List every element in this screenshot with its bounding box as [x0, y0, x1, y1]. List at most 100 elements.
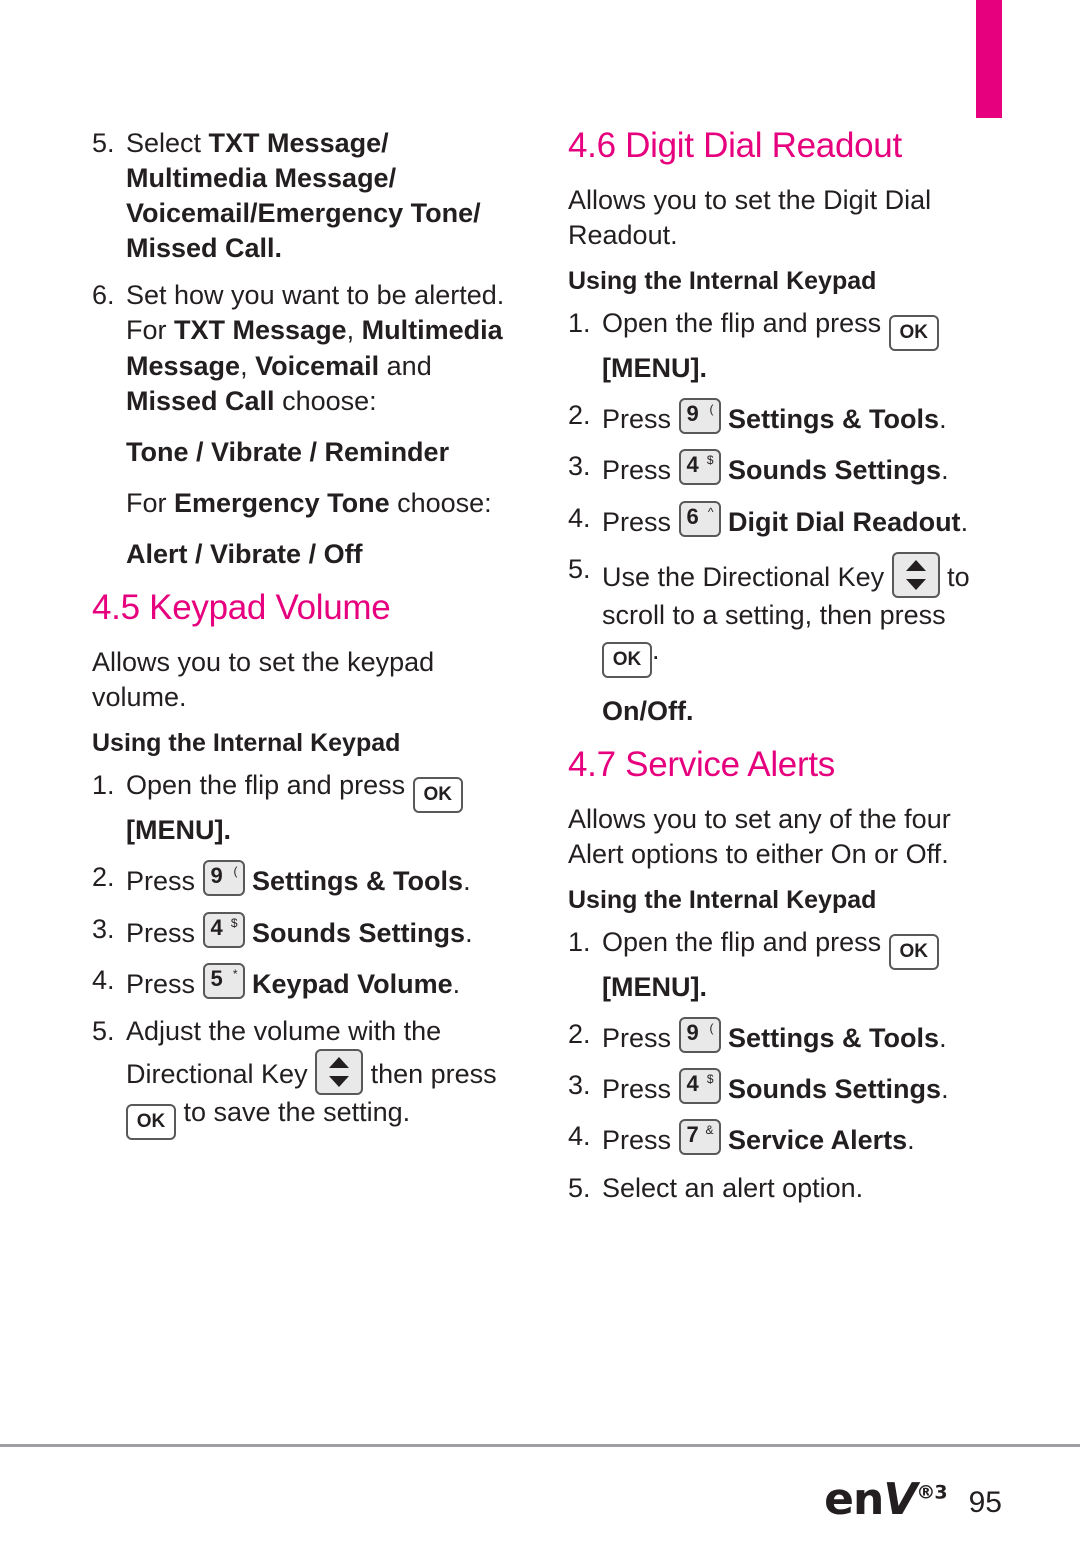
step-text: Open the flip and press OK [MENU].: [602, 306, 998, 386]
subheading-using-internal-keypad: Using the Internal Keypad: [568, 267, 877, 296]
step-text-post: to save the setting.: [176, 1096, 411, 1127]
step-text: Press 5 * Keypad Volume.: [126, 962, 522, 1002]
menu-path-label: Sounds Settings: [252, 917, 466, 948]
step-number: 2.: [568, 1019, 591, 1050]
step-text-pre: Press: [126, 917, 203, 948]
step-number: 3.: [568, 451, 591, 482]
number-key-4-icon: 4 $: [678, 449, 721, 486]
number-key-5-icon: 5 *: [202, 962, 245, 999]
period: .: [452, 968, 461, 999]
emergency-tone-intro: For Emergency Tone choose:: [126, 487, 492, 518]
number-key-9-icon: 9(: [678, 1017, 721, 1054]
period: .: [463, 866, 471, 897]
list-item: 5. Select TXT Message/Multimedia Message…: [92, 126, 522, 266]
section-heading-keypad-volume: 4.5 Keypad Volume: [92, 588, 391, 628]
step-text: Open the flip and press OK [MENU].: [602, 925, 998, 1005]
step-text-pre: Open the flip and press: [602, 308, 889, 339]
list-item: 6. Set how you want to be alerted. For T…: [92, 278, 522, 418]
period: .: [941, 455, 949, 486]
step-text-pre: Press: [602, 455, 679, 486]
left-column: 5. Select TXT Message/Multimedia Message…: [92, 126, 522, 1152]
step-text: Press 4 $ Sounds Settings.: [126, 911, 522, 951]
ok-key-icon: OK: [602, 641, 652, 678]
step-text-mid: then press: [363, 1058, 497, 1089]
number-key-9-icon: 9(: [678, 398, 721, 435]
menu-path-label: Service Alerts: [728, 1125, 908, 1156]
step-number: 5.: [92, 1015, 115, 1046]
ok-key-icon: OK: [412, 777, 463, 814]
list-item: 2. Press 9( Settings & Tools.: [92, 860, 522, 899]
menu-path-label: Sounds Settings: [728, 1074, 942, 1105]
menu-label: [MENU].: [602, 972, 707, 1003]
step-number: 4.: [568, 502, 591, 533]
section-intro-digit-dial-readout: Allows you to set the Digit Dial Readout…: [568, 185, 932, 250]
number-key-4-icon: 4 $: [678, 1068, 721, 1105]
page-footer: enV®3 95: [824, 1478, 1002, 1522]
step-number: 1.: [92, 770, 115, 801]
menu-label: [MENU].: [126, 815, 231, 846]
step-number: 3.: [92, 913, 115, 944]
step-number: 2.: [568, 400, 591, 431]
period: .: [960, 506, 969, 537]
list-item: 4. Press 6 ^ Digit Dial Readout.: [568, 500, 998, 540]
subheading-using-internal-keypad: Using the Internal Keypad: [92, 729, 401, 758]
period: .: [939, 404, 947, 435]
section-heading-service-alerts: 4.7 Service Alerts: [568, 744, 835, 784]
env3-logo: enV®3: [824, 1474, 947, 1525]
step-text-pre: Press: [126, 968, 203, 999]
menu-path-label: Digit Dial Readout: [728, 506, 961, 537]
right-column: 4.6 Digit Dial Readout Allows you to set…: [568, 126, 998, 1218]
list-item: 4. Press 7 & Service Alerts.: [568, 1119, 998, 1158]
corner-tab-marker: [976, 0, 1002, 118]
step-text: Set how you want to be alerted. For TXT …: [126, 280, 505, 416]
emergency-tone-label: Emergency Tone: [174, 487, 390, 518]
section-intro-keypad-volume: Allows you to set the keypad volume.: [92, 647, 435, 712]
ok-key-icon: OK: [888, 934, 939, 971]
manual-page: 5. Select TXT Message/Multimedia Message…: [0, 0, 1080, 1552]
menu-path-label: Sounds Settings: [728, 455, 942, 486]
number-key-7-icon: 7 &: [678, 1119, 721, 1156]
step-text: Select TXT Message/Multimedia Message/Vo…: [126, 128, 481, 264]
list-item: 5. Select an alert option.: [568, 1171, 998, 1206]
list-item: 3. Press 4 $ Sounds Settings.: [568, 1068, 998, 1107]
number-key-4-icon: 4 $: [202, 911, 245, 948]
subheading-using-internal-keypad: Using the Internal Keypad: [568, 886, 877, 915]
step-number: 5.: [568, 1172, 591, 1203]
step-text: Press 4 $ Sounds Settings.: [602, 1068, 998, 1107]
choice-alert-vibrate-off: Alert / Vibrate / Off: [126, 538, 363, 569]
step-text: Press 9( Settings & Tools.: [126, 860, 522, 899]
choice-tone-vibrate-reminder: Tone / Vibrate / Reminder: [126, 436, 450, 467]
number-key-6-icon: 6 ^: [678, 500, 721, 537]
step-text-pre: Press: [602, 1023, 679, 1054]
period: .: [907, 1125, 915, 1156]
menu-label: [MENU].: [602, 353, 707, 384]
menu-path-label: Settings & Tools: [728, 404, 940, 435]
menu-path-label: Settings & Tools: [728, 1023, 940, 1054]
ok-key-icon: OK: [126, 1103, 176, 1140]
list-item: 5. Adjust the volume with the Directiona…: [92, 1014, 522, 1140]
section-heading-digit-dial-readout: 4.6 Digit Dial Readout: [568, 126, 902, 165]
step-text: Press 9( Settings & Tools.: [602, 1017, 998, 1056]
step-text: Press 7 & Service Alerts.: [602, 1119, 998, 1158]
section-intro-service-alerts: Allows you to set any of the four Alert …: [568, 804, 951, 869]
menu-path-label: Settings & Tools: [252, 866, 464, 897]
step-text: Adjust the volume with the Directional K…: [126, 1014, 522, 1140]
step-number: 2.: [92, 862, 115, 893]
step-text-pre: Press: [602, 1125, 679, 1156]
step-text-pre: Press: [602, 1074, 679, 1105]
step-number: 3.: [568, 1070, 591, 1101]
list-item: 1. Open the flip and press OK [MENU].: [568, 925, 998, 1005]
step-text: Press 6 ^ Digit Dial Readout.: [602, 500, 998, 540]
step-number: 1.: [568, 308, 591, 339]
list-item: 3. Press 4 $ Sounds Settings.: [92, 911, 522, 951]
step-text: Use the Directional Key to scroll to a s…: [602, 551, 998, 678]
step-number: 1.: [568, 927, 591, 958]
directional-key-icon: [315, 1048, 364, 1095]
step-number: 4.: [92, 964, 115, 995]
step-text-pre: Open the flip and press: [126, 770, 413, 801]
list-item: 3. Press 4 $ Sounds Settings.: [568, 449, 998, 488]
period: .: [939, 1023, 947, 1054]
menu-path-label: Keypad Volume: [252, 968, 453, 999]
list-item: 2. Press 9( Settings & Tools.: [568, 1017, 998, 1056]
step-text: Press 4 $ Sounds Settings.: [602, 449, 998, 488]
